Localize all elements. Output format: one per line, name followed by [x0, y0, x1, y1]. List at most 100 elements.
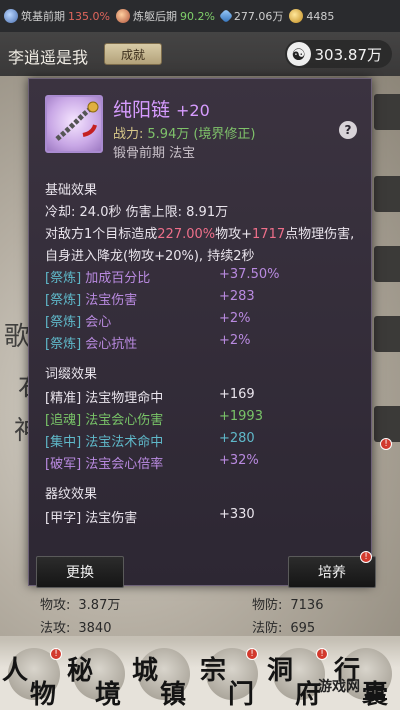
refine-row: [祭炼] 会心 +2%	[45, 311, 345, 330]
affix-value: +1993	[219, 409, 263, 424]
stat-value: 7136	[290, 598, 324, 613]
player-name: 李逍遥是我	[8, 48, 89, 67]
help-button[interactable]: ?	[339, 121, 357, 139]
nav-town[interactable]: 城 镇	[132, 648, 192, 710]
desc-part: 点物理伤害,	[285, 227, 355, 242]
resource-label: 4485	[306, 9, 335, 23]
item-power-value: 5.94万	[147, 127, 190, 142]
pattern-name: 法宝伤害	[85, 511, 138, 526]
pattern-row: [甲字] 法宝伤害 +330	[45, 507, 345, 526]
player-bar: 李逍遥是我 成就 ☯ 303.87万	[0, 32, 400, 76]
stat-phys-def: 物防: 7136	[252, 594, 323, 613]
resource-gold[interactable]: 4485	[289, 9, 334, 23]
yin-yang-icon: ☯	[286, 42, 311, 66]
refine-tag: [祭炼]	[45, 337, 82, 352]
refine-tag: [祭炼]	[45, 271, 82, 286]
effect-desc-line1: 对敌方1个目标造成227.00%物攻+1717点物理伤害,	[45, 223, 354, 242]
nav-char-1: 宗	[200, 656, 227, 686]
stat-value: 695	[290, 621, 316, 636]
achievement-button[interactable]: 成就	[104, 43, 162, 65]
resource-cultivation[interactable]: 筑基前期 135.0%	[4, 8, 110, 24]
affix-value: +32%	[219, 453, 259, 468]
section-title-basic: 基础效果	[45, 183, 98, 198]
body-refine-icon	[115, 9, 130, 23]
nav-char-2: 门	[228, 680, 255, 710]
refine-value: +283	[219, 289, 255, 304]
notification-dot: !	[380, 438, 392, 450]
stat-mag-def: 法防: 695	[252, 617, 315, 636]
cooldown-value: 24.0秒	[79, 205, 122, 220]
notification-dot: !	[246, 648, 258, 660]
damage-cap-label: 伤害上限:	[125, 205, 183, 220]
nav-secret-realm[interactable]: 秘 境	[67, 648, 127, 710]
affix-value: +280	[219, 431, 255, 446]
resource-label: 277.06万	[233, 10, 284, 23]
side-button[interactable]	[374, 316, 400, 352]
nav-char-2: 镇	[160, 680, 187, 710]
nav-char-1: 城	[132, 656, 159, 686]
item-enhance-level: +20	[176, 101, 210, 120]
resource-label: 筑基前期	[21, 10, 65, 23]
watermark: 游戏网	[318, 679, 360, 695]
refine-value: +2%	[219, 333, 251, 348]
stat-label: 法防:	[252, 621, 283, 636]
cooldown-line: 冷却: 24.0秒 伤害上限: 8.91万	[45, 201, 228, 220]
refine-tag: [祭炼]	[45, 293, 82, 308]
affix-row: [破军] 法宝会心倍率 +32%	[45, 453, 345, 472]
notification-dot: !	[50, 648, 62, 660]
nav-char-2: 物	[30, 680, 57, 710]
refine-row: [祭炼] 加成百分比 +37.50%	[45, 267, 345, 286]
side-button[interactable]	[374, 176, 400, 212]
effect-desc-line2: 自身进入降龙(物攻+20%), 持续2秒	[45, 249, 255, 264]
gold-coin-icon	[289, 9, 304, 23]
nav-char-2: 囊	[362, 680, 389, 710]
refine-tag: [祭炼]	[45, 315, 82, 330]
side-button[interactable]	[374, 406, 400, 442]
affix-name: 法宝会心伤害	[85, 413, 164, 428]
damage-cap-value: 8.91万	[186, 205, 229, 220]
resource-label: 炼躯后期	[132, 10, 177, 23]
stat-label: 物攻:	[40, 598, 71, 613]
affix-tag: [破军]	[45, 457, 82, 472]
affix-tag: [追魂]	[45, 413, 82, 428]
stat-label: 物防:	[252, 598, 283, 613]
affix-row: [精准] 法宝物理命中 +169	[45, 387, 345, 406]
section-title-affix: 词缀效果	[45, 367, 98, 382]
affix-row: [集中] 法宝法术命中 +280	[45, 431, 345, 450]
chain-artifact-icon	[45, 95, 103, 153]
side-button[interactable]	[374, 94, 400, 130]
refine-name: 会心	[85, 315, 112, 330]
refine-name: 会心抗性	[85, 337, 138, 352]
item-name-text: 纯阳链	[113, 99, 171, 121]
nav-char-1: 洞	[267, 656, 294, 686]
item-power: 战力: 5.94万 (境界修正)	[113, 123, 256, 142]
refine-value: +2%	[219, 311, 251, 326]
cultivation-stage-icon	[4, 9, 18, 23]
refine-name: 法宝伤害	[85, 293, 138, 308]
affix-name: 法宝法术命中	[85, 435, 164, 450]
nav-char-2: 境	[95, 680, 122, 710]
refine-row: [祭炼] 法宝伤害 +283	[45, 289, 345, 308]
spirit-stone-icon	[218, 8, 233, 24]
desc-part: 物攻+	[215, 227, 253, 242]
refine-row: [祭炼] 会心抗性 +2%	[45, 333, 345, 352]
notification-dot: !	[316, 648, 328, 660]
affix-name: 法宝物理命中	[85, 391, 164, 406]
resource-body-refine[interactable]: 炼躯后期 90.2%	[115, 8, 215, 24]
resource-spirit-stone[interactable]: 277.06万	[218, 8, 284, 24]
item-power-note: (境界修正)	[193, 127, 256, 142]
exchange-button[interactable]: 更换	[36, 556, 124, 588]
pattern-tag: [甲字]	[45, 511, 82, 526]
refine-name: 加成百分比	[85, 271, 151, 286]
total-power-value: 303.87万	[314, 45, 383, 64]
desc-pct: 227.00%	[157, 227, 216, 242]
side-button[interactable]	[374, 246, 400, 282]
item-type: 锻骨前期 法宝	[113, 146, 196, 161]
stat-label: 法攻:	[40, 621, 71, 636]
item-name: 纯阳链 +20	[113, 95, 210, 122]
stat-phys-atk: 物攻: 3.87万	[40, 594, 120, 613]
desc-flat: 1717	[252, 227, 286, 242]
affix-tag: [集中]	[45, 435, 82, 450]
stat-value: 3.87万	[78, 598, 121, 613]
resource-pct: 135.0%	[68, 9, 110, 23]
